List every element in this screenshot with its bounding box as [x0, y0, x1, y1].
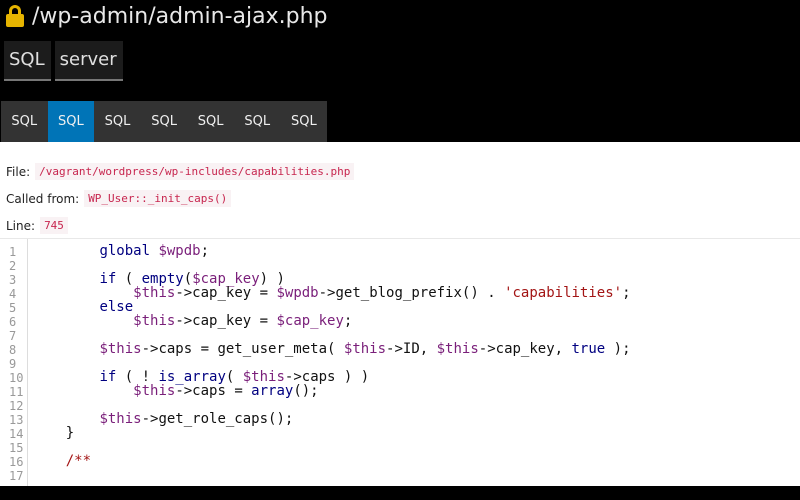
line-number: 10 — [9, 371, 24, 385]
line-number: 13 — [9, 413, 24, 427]
line-number: 14 — [9, 427, 24, 441]
code-line: $this->cap_key = $cap_key; — [133, 313, 353, 329]
line-number: 9 — [9, 357, 17, 371]
query-tab-3[interactable]: SQL — [94, 101, 141, 142]
code-line: $this->cap_key = $wpdb->get_blog_prefix(… — [133, 285, 631, 301]
line-number: 1 — [9, 245, 17, 259]
code-line: global $wpdb; — [99, 243, 210, 259]
query-tab-4[interactable]: SQL — [140, 101, 188, 142]
line-number: 2 — [9, 259, 17, 273]
detail-panel: File: /vagrant/wordpress/wp-includes/cap… — [0, 142, 800, 486]
query-tab-6[interactable]: SQL — [233, 101, 281, 142]
line-number: 8 — [9, 343, 17, 357]
file-path: /vagrant/wordpress/wp-includes/capabilit… — [35, 163, 355, 180]
line-number: 6 — [9, 315, 17, 329]
code-viewer[interactable]: 1 global $wpdb; 2 3 if ( empty($cap_key) )… — [0, 238, 800, 486]
called-from-row: Called from: WP_User::_init_caps() — [6, 190, 232, 207]
query-tabs: SQL SQL SQL SQL SQL SQL SQL — [1, 101, 328, 142]
query-tab-2[interactable]: SQL — [47, 101, 95, 142]
query-tab-1[interactable]: SQL — [1, 101, 48, 142]
code-line: $this->caps = get_user_meta( $this->ID, … — [99, 341, 631, 357]
line-number: 11 — [9, 385, 24, 399]
query-tab-7[interactable]: SQL — [280, 101, 328, 142]
line-number: 15 — [9, 441, 24, 455]
code-line: if ( ! is_array( $this->caps ) ) — [99, 369, 370, 385]
code-line: $this->caps = array(); — [133, 383, 319, 399]
line-number: 16 — [9, 455, 24, 469]
code-line: if ( empty($cap_key) ) — [99, 271, 285, 287]
code-line: $this->get_role_caps(); — [99, 411, 294, 427]
line-number: 17 — [9, 469, 24, 483]
line-number: 3 — [9, 273, 17, 287]
line-label: Line: — [6, 218, 36, 233]
file-row: File: /vagrant/wordpress/wp-includes/cap… — [6, 163, 355, 180]
code-line: else — [99, 299, 134, 315]
tab-server[interactable]: server — [54, 41, 123, 81]
called-from-value: WP_User::_init_caps() — [84, 190, 232, 207]
top-tabs: SQL server — [4, 41, 123, 81]
file-label: File: — [6, 164, 31, 179]
line-number: 12 — [9, 399, 24, 413]
line-number: 5 — [9, 301, 17, 315]
tab-sql[interactable]: SQL — [4, 41, 51, 81]
code-line: /** — [65, 453, 92, 469]
address-bar[interactable]: /wp-admin/admin-ajax.php — [0, 0, 800, 32]
line-number: 7 — [9, 329, 17, 343]
lock-icon — [6, 5, 24, 27]
line-row: Line: 745 — [6, 217, 68, 234]
called-from-label: Called from: — [6, 191, 80, 206]
query-tab-5[interactable]: SQL — [187, 101, 234, 142]
code-line: } — [32, 425, 75, 441]
line-number: 4 — [9, 287, 17, 301]
bottom-bar — [0, 486, 800, 500]
line-value: 745 — [40, 217, 68, 234]
url-text: /wp-admin/admin-ajax.php — [32, 3, 328, 29]
